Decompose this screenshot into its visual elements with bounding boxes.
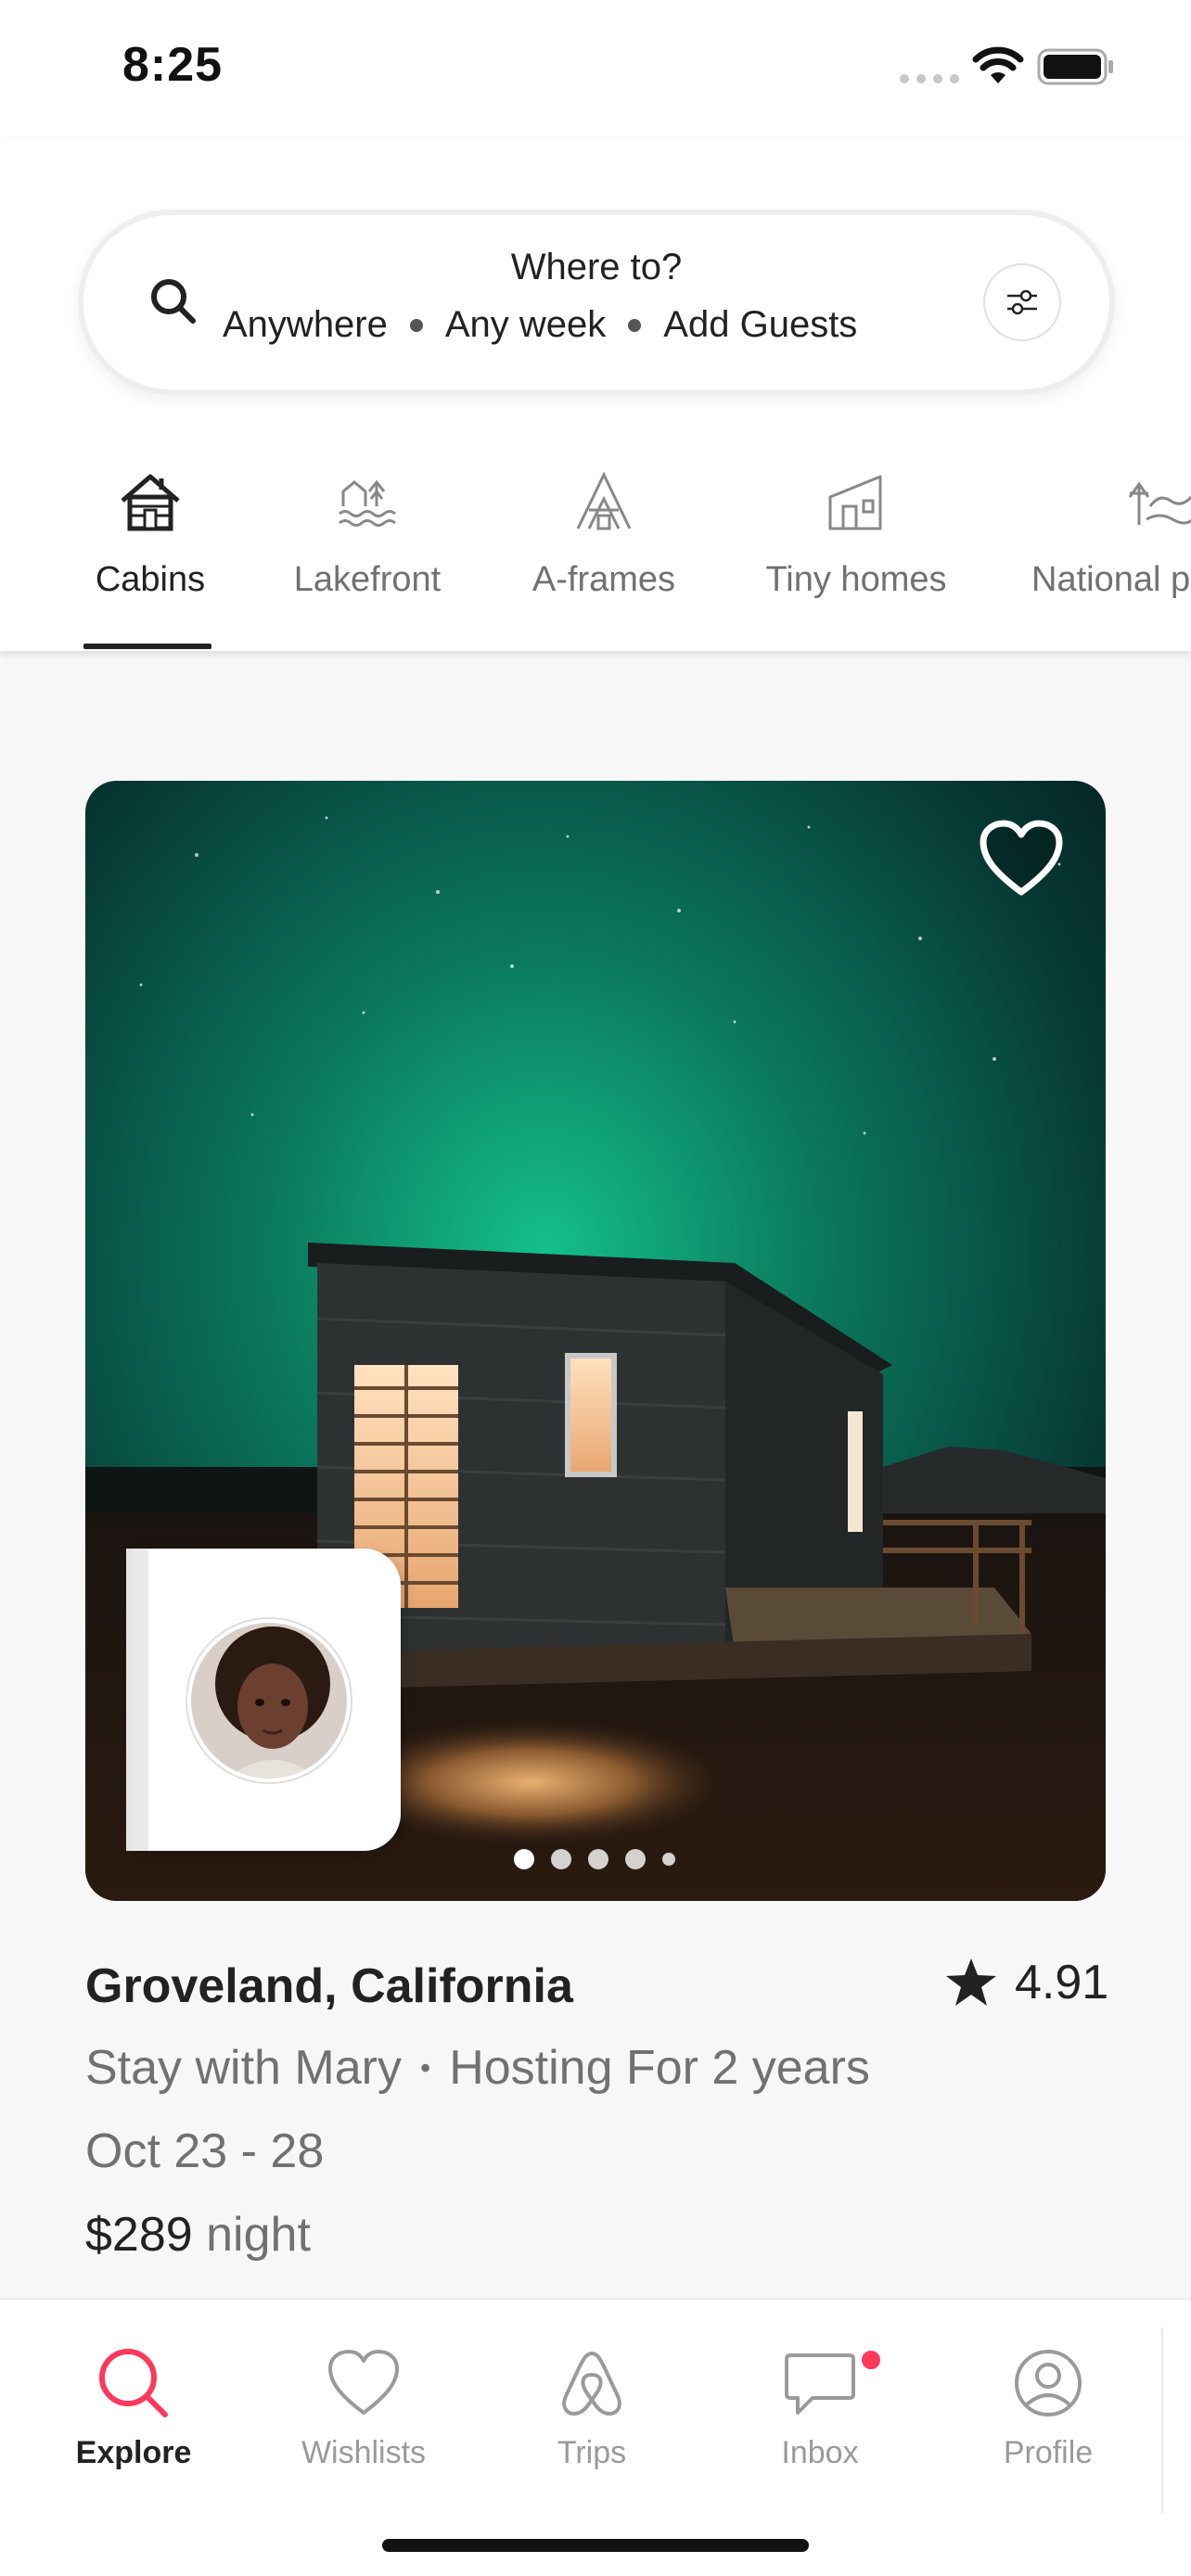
battery-icon (1037, 48, 1113, 85)
tiny-home-icon (828, 475, 882, 530)
category-lakefront[interactable]: Lakefront (284, 464, 451, 651)
category-label: A-frames (531, 560, 676, 599)
category-label: Cabins (95, 560, 206, 599)
home-indicator[interactable] (382, 2539, 809, 2552)
search-summary: Anywhere Any week Add Guests (223, 304, 857, 346)
active-category-indicator (83, 644, 211, 649)
airbnb-logo-icon (562, 2352, 621, 2416)
national-park-icon (1128, 481, 1191, 525)
host-card[interactable] (132, 1549, 401, 1851)
host-avatar (187, 1619, 351, 1782)
tab-inbox[interactable]: Inbox (727, 2346, 913, 2471)
wifi-icon (972, 46, 1024, 83)
heart-icon (328, 2350, 399, 2415)
host-name: Stay with Mary (85, 2041, 402, 2095)
tab-explore[interactable]: Explore (41, 2346, 226, 2471)
cellular-signal-icon (900, 74, 959, 83)
explore-header: Where to? Anywhere Any week Add Guests C… (0, 139, 1191, 651)
search-guests: Add Guests (663, 304, 858, 345)
lakefront-icon (339, 479, 396, 527)
a-frame-icon (576, 471, 632, 530)
scroll-edge (1161, 2327, 1163, 2513)
tab-label: Profile (1003, 2435, 1094, 2470)
tab-trips[interactable]: Trips (499, 2346, 685, 2471)
save-to-wishlist-heart-icon[interactable] (978, 818, 1065, 898)
tab-label: Explore (75, 2435, 192, 2470)
filter-icon (1007, 289, 1037, 315)
pager-dot (514, 1849, 534, 1869)
star-icon (946, 1958, 996, 2006)
listing-location: Groveland, California (85, 1959, 573, 2013)
category-tiny-homes[interactable]: Tiny homes (759, 464, 954, 651)
price-unit: night (206, 2208, 311, 2262)
listing-host-line: Stay with Mary • Hosting For 2 years (85, 2040, 870, 2096)
price-amount: $289 (85, 2208, 193, 2262)
category-bar: Cabins Lakefront A-frames Tiny homes Nat… (0, 464, 1191, 651)
listing-dates: Oct 23 - 28 (85, 2124, 325, 2178)
separator-dot (628, 318, 642, 332)
search-bar[interactable]: Where to? Anywhere Any week Add Guests (78, 210, 1115, 395)
category-label: Tiny homes (765, 560, 947, 599)
pager-dot (625, 1849, 646, 1869)
search-location: Anywhere (223, 304, 388, 345)
pager-dot (551, 1849, 571, 1869)
search-icon (99, 2349, 168, 2417)
category-cabins[interactable]: Cabins (85, 464, 215, 651)
search-dates: Any week (444, 304, 607, 345)
status-bar: 8:25 (0, 0, 1191, 139)
category-national-parks[interactable]: National p (1031, 464, 1191, 651)
tab-label: Trips (557, 2435, 627, 2470)
listing-rating: 4.91 (944, 1955, 1108, 2010)
status-time: 8:25 (122, 38, 224, 92)
category-label: Lakefront (293, 560, 442, 599)
cabin-icon (121, 474, 180, 531)
bottom-tab-bar: Explore Wishlists Trips Inbox Profile (0, 2298, 1191, 2576)
inbox-unread-badge (859, 2348, 883, 2372)
tab-profile[interactable]: Profile (955, 2346, 1141, 2471)
category-label: National p (1031, 560, 1191, 599)
separator-dot (409, 318, 423, 332)
explore-screen: 8:25 Where to? Anywhere Any week Add Gue… (0, 0, 1191, 2576)
pager-dot (588, 1849, 608, 1869)
filters-button[interactable] (983, 263, 1061, 341)
search-title: Where to? (510, 247, 683, 287)
tab-label: Wishlists (301, 2435, 427, 2470)
hosting-duration: Hosting For 2 years (449, 2041, 870, 2095)
user-circle-icon (1015, 2350, 1082, 2417)
tab-label: Inbox (781, 2435, 859, 2470)
tab-wishlists[interactable]: Wishlists (271, 2346, 456, 2471)
category-a-frames[interactable]: A-frames (516, 464, 692, 651)
pager-dot (662, 1853, 675, 1866)
rating-value: 4.91 (1015, 1956, 1109, 2009)
message-icon (785, 2353, 855, 2415)
photo-pager (514, 1849, 675, 1869)
separator-bullet: • (419, 2050, 431, 2085)
listing-price: $289 night (85, 2207, 311, 2263)
